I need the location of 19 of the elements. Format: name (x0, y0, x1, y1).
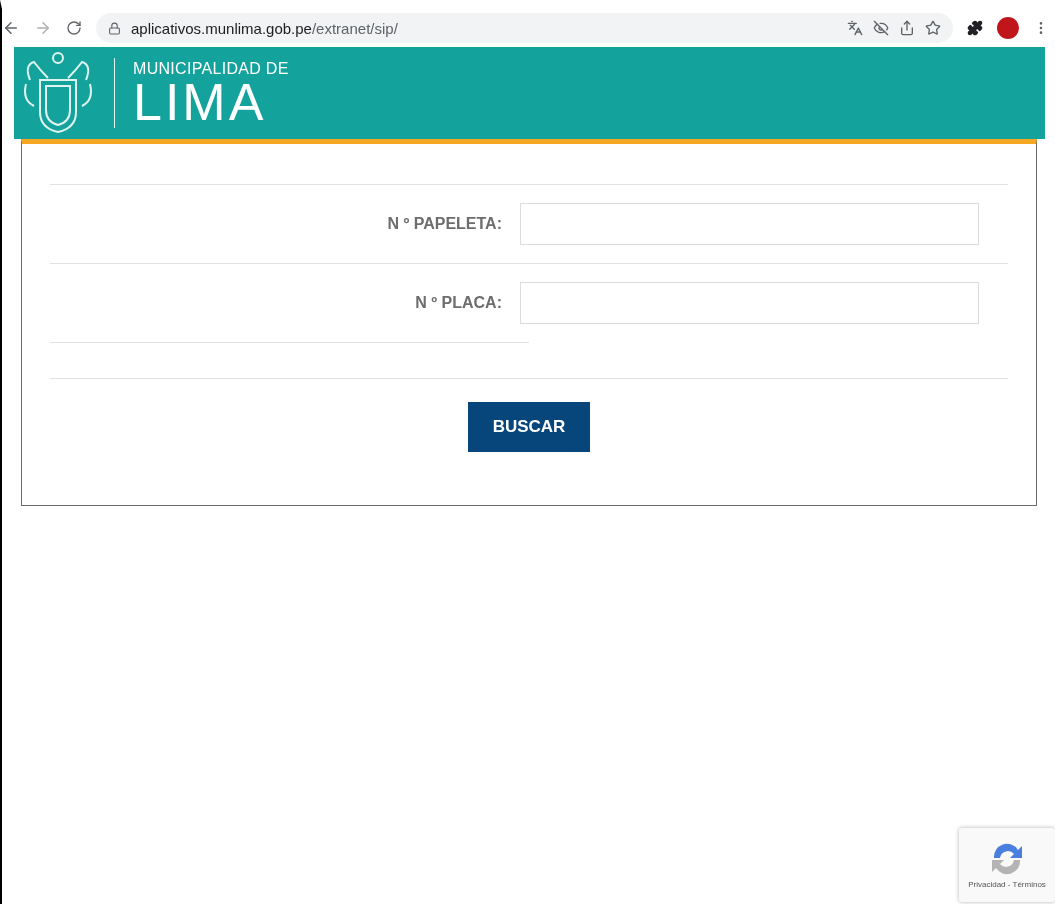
address-bar[interactable]: aplicativos.munlima.gob.pe/extranet/sip/ (96, 13, 953, 43)
search-button[interactable]: BUSCAR (468, 402, 590, 452)
share-icon[interactable] (899, 20, 915, 36)
puzzle-icon[interactable] (967, 20, 983, 36)
star-icon[interactable] (925, 20, 941, 36)
eye-off-icon[interactable] (873, 20, 889, 36)
reload-icon[interactable] (66, 20, 82, 36)
url-text: aplicativos.munlima.gob.pe/extranet/sip/ (131, 19, 398, 37)
field-label: N º PLACA: (414, 294, 503, 312)
recaptcha-links[interactable]: Privacidad - Términos (968, 879, 1046, 889)
lock-icon (108, 21, 121, 35)
field-label: N º PAPELETA: (386, 215, 503, 233)
input-field[interactable] (520, 203, 979, 245)
translate-icon[interactable] (847, 20, 863, 36)
input-field[interactable] (520, 282, 979, 324)
profile-avatar[interactable] (997, 17, 1019, 39)
back-icon[interactable] (2, 19, 20, 37)
header-subtitle: MUNICIPALIDAD DE (133, 60, 289, 78)
header-title: LIMA (133, 78, 267, 126)
